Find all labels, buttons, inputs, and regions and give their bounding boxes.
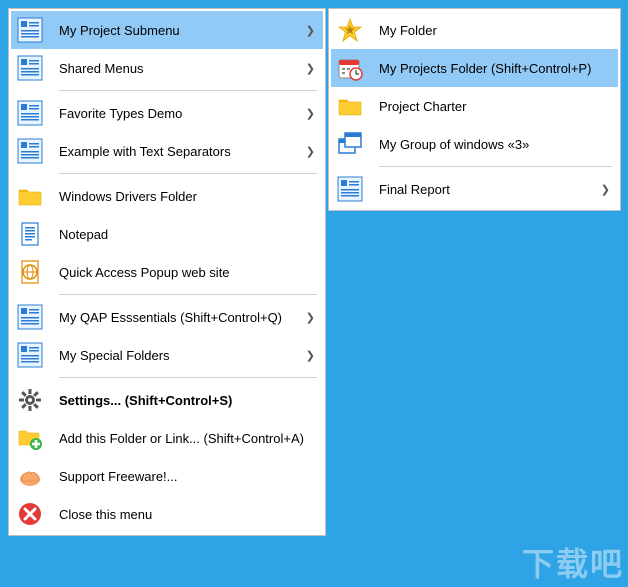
menu-item[interactable]: My QAP Esssentials (Shift+Control+Q) ❯	[11, 298, 323, 336]
close-icon	[17, 501, 43, 527]
menu-item[interactable]: My Projects Folder (Shift+Control+P)	[331, 49, 618, 87]
submenu-arrow-icon: ❯	[601, 183, 610, 196]
menu-item[interactable]: My Special Folders ❯	[11, 336, 323, 374]
menu-item-label: Example with Text Separators	[59, 144, 300, 159]
watermark: 下载吧	[522, 539, 624, 585]
document-icon	[17, 221, 43, 247]
submenu-arrow-icon: ❯	[306, 107, 315, 120]
submenu-arrow-icon: ❯	[306, 24, 315, 37]
menu-item[interactable]: Project Charter	[331, 87, 618, 125]
donate-icon	[17, 463, 43, 489]
submenu-icon	[17, 342, 43, 368]
main-menu: My Project Submenu❯Shared Menus❯Favorite…	[8, 8, 326, 536]
menu-item-label: Project Charter	[379, 99, 610, 114]
menu-item[interactable]: Close this menu	[11, 495, 323, 533]
submenu-icon	[17, 17, 43, 43]
menu-item[interactable]: Support Freeware!...	[11, 457, 323, 495]
submenu-arrow-icon: ❯	[306, 62, 315, 75]
submenu-icon	[337, 176, 363, 202]
submenu-arrow-icon: ❯	[306, 145, 315, 158]
menu-separator	[379, 166, 612, 167]
calendar-icon	[337, 55, 363, 81]
menu-separator	[59, 173, 317, 174]
star-icon	[337, 17, 363, 43]
menu-separator	[59, 377, 317, 378]
menu-item[interactable]: Shared Menus ❯	[11, 49, 323, 87]
submenu-icon	[17, 138, 43, 164]
folder-add-icon	[17, 425, 43, 451]
menu-item-label: Windows Drivers Folder	[59, 189, 315, 204]
menu-item[interactable]: My Project Submenu ❯	[11, 11, 323, 49]
menu-item-label: Settings... (Shift+Control+S)	[59, 393, 315, 408]
menu-item-label: Notepad	[59, 227, 315, 242]
gear-icon	[17, 387, 43, 413]
menu-item-label: Close this menu	[59, 507, 315, 522]
menu-item-label: My Folder	[379, 23, 610, 38]
menu-item[interactable]: Notepad	[11, 215, 323, 253]
menu-separator	[59, 90, 317, 91]
submenu-icon	[17, 55, 43, 81]
menu-item-label: Support Freeware!...	[59, 469, 315, 484]
menu-item[interactable]: Add this Folder or Link... (Shift+Contro…	[11, 419, 323, 457]
folder-icon	[17, 183, 43, 209]
sub-menu: My Folder My Projects Folder (Shift+Contr…	[328, 8, 621, 211]
menu-item[interactable]: My Folder	[331, 11, 618, 49]
menu-item[interactable]: My Group of windows «3»	[331, 125, 618, 163]
windows-icon	[337, 131, 363, 157]
menu-item-label: Shared Menus	[59, 61, 300, 76]
submenu-arrow-icon: ❯	[306, 349, 315, 362]
folder-icon	[337, 93, 363, 119]
submenu-icon	[17, 304, 43, 330]
menu-item[interactable]: Windows Drivers Folder	[11, 177, 323, 215]
menu-item[interactable]: Favorite Types Demo ❯	[11, 94, 323, 132]
menu-item-label: My Special Folders	[59, 348, 300, 363]
menu-item-label: My Project Submenu	[59, 23, 300, 38]
menu-item-label: Final Report	[379, 182, 595, 197]
menu-item-label: Favorite Types Demo	[59, 106, 300, 121]
submenu-icon	[17, 100, 43, 126]
menu-item[interactable]: Example with Text Separators ❯	[11, 132, 323, 170]
menu-separator	[59, 294, 317, 295]
menu-item[interactable]: Quick Access Popup web site	[11, 253, 323, 291]
menu-item-label: Add this Folder or Link... (Shift+Contro…	[59, 431, 315, 446]
menu-item-label: My QAP Esssentials (Shift+Control+Q)	[59, 310, 300, 325]
web-icon	[17, 259, 43, 285]
menu-item-label: My Group of windows «3»	[379, 137, 610, 152]
menu-item-label: My Projects Folder (Shift+Control+P)	[379, 61, 610, 76]
menu-item[interactable]: Final Report ❯	[331, 170, 618, 208]
submenu-arrow-icon: ❯	[306, 311, 315, 324]
menu-item[interactable]: Settings... (Shift+Control+S)	[11, 381, 323, 419]
menu-item-label: Quick Access Popup web site	[59, 265, 315, 280]
